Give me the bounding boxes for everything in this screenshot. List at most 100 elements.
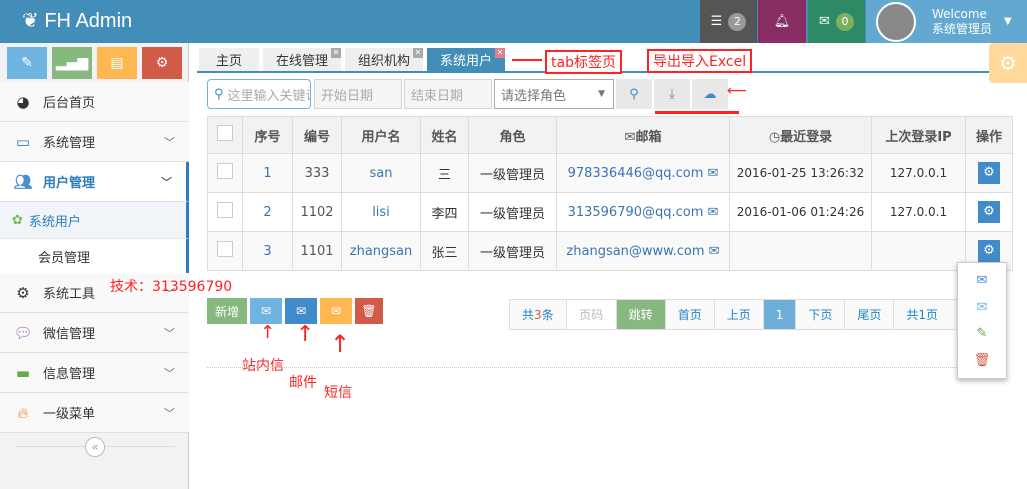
- annotation-tab: tab标签页: [545, 50, 622, 74]
- username-link[interactable]: lisi: [372, 205, 390, 220]
- email-button[interactable]: ✉: [285, 298, 317, 324]
- next-page-button[interactable]: 下页: [796, 300, 846, 329]
- export-excel-button[interactable]: ⤓: [654, 79, 690, 109]
- envelope-icon[interactable]: ✉: [703, 166, 719, 181]
- trash-icon: 🗑︎: [361, 304, 377, 318]
- role-select[interactable]: 请选择角色 ▼: [494, 79, 614, 109]
- chevron-down-icon: ﹀: [164, 135, 175, 149]
- pencil-icon: ✎: [21, 55, 33, 71]
- table-row: 3 1101 zhangsan 张三 一级管理员 zhangsan@www.com ✉ ⚙: [207, 231, 1013, 271]
- sidebar-item-info[interactable]: ▬ 信息管理 ﹀: [0, 353, 189, 393]
- gear-icon: ⚙: [999, 51, 1017, 75]
- sidebar-item-system[interactable]: ▭ 系统管理 ﹀: [0, 122, 189, 162]
- last-page-button[interactable]: 尾页: [845, 300, 895, 329]
- tasks-icon: ☰: [710, 14, 723, 29]
- edit-icon[interactable]: ✎: [977, 326, 988, 341]
- tab-home[interactable]: 主页: [199, 48, 259, 71]
- tab-system-users[interactable]: 系统用户 ✕: [427, 48, 505, 71]
- search-input[interactable]: ⚲ 这里输入关键词: [207, 79, 311, 109]
- end-date-input[interactable]: 结束日期: [404, 79, 492, 109]
- username-link[interactable]: zhangsan: [350, 244, 413, 259]
- chevron-down-icon: ﹀: [164, 406, 175, 420]
- shortcut-pencil-button[interactable]: ✎: [7, 47, 47, 79]
- envelope-icon[interactable]: ✉: [705, 244, 720, 259]
- chevron-down-icon: ﹀: [161, 175, 172, 189]
- close-icon[interactable]: ✕: [495, 48, 505, 58]
- row-settings-button[interactable]: ⚙: [978, 240, 1000, 262]
- row-checkbox[interactable]: [217, 163, 233, 179]
- username-link[interactable]: san: [370, 166, 393, 181]
- sidebar-collapse-button[interactable]: «: [85, 437, 105, 457]
- cogs-icon: ⚙: [155, 55, 169, 71]
- close-icon[interactable]: ✕: [331, 48, 341, 58]
- site-message-button[interactable]: ✉: [250, 298, 282, 324]
- row-checkbox[interactable]: [217, 202, 233, 218]
- cloud-upload-icon: ☁: [703, 86, 717, 102]
- row-settings-button[interactable]: ⚙: [978, 201, 1000, 223]
- table-row: 2 1102 lisi 李四 一级管理员 313596790@qq.com ✉ 2016-0…: [207, 192, 1013, 232]
- notifications-button[interactable]: 🔔︎: [758, 0, 806, 43]
- annotation-arrow: ↑: [296, 322, 315, 347]
- signal-icon: ▂▄▆: [55, 55, 89, 71]
- envelope-icon: ✉: [624, 129, 636, 145]
- add-button[interactable]: 新增: [207, 298, 247, 324]
- annotation-arrow: [512, 59, 542, 61]
- tab-org[interactable]: 组织机构 ✕: [345, 48, 423, 71]
- prev-page-button[interactable]: 上页: [714, 300, 764, 329]
- fire-icon: 🔥︎: [17, 403, 29, 422]
- envelope-icon: ✉: [295, 304, 307, 318]
- page-number-input[interactable]: 页码: [566, 300, 617, 329]
- close-icon[interactable]: ✕: [413, 48, 423, 58]
- user-menu[interactable]: Welcome 系统管理员 ▼: [866, 0, 1027, 43]
- import-excel-button[interactable]: ☁: [692, 79, 728, 109]
- row-checkbox[interactable]: [217, 241, 233, 257]
- annotation-arrow: ↑: [260, 322, 276, 343]
- current-page[interactable]: 1: [763, 300, 797, 329]
- search-button[interactable]: ⚲: [616, 79, 652, 109]
- sidebar-item-menu[interactable]: 🔥︎ 一级菜单 ﹀: [0, 393, 189, 433]
- tasks-button[interactable]: ☰ 2: [700, 0, 757, 43]
- bell-icon: 🔔︎: [773, 14, 791, 29]
- annotation-inner: 站内信: [242, 358, 284, 374]
- trash-icon[interactable]: 🗑︎: [974, 353, 991, 368]
- sidebar-item-wechat[interactable]: 💬︎ 微信管理 ﹀: [0, 313, 189, 353]
- envelope-icon: ✉: [819, 14, 830, 29]
- credit-card-icon: ▬: [15, 363, 31, 382]
- cog-icon: ⚙: [16, 283, 30, 302]
- brand-logo[interactable]: ❦ FH Admin: [22, 8, 132, 33]
- desktop-icon: ▭: [15, 132, 31, 151]
- clock-icon: ◷: [768, 129, 781, 145]
- shortcut-book-button[interactable]: ▤: [97, 47, 137, 79]
- users-table: 序号 编号 用户名 姓名 角色 ✉邮箱 ◷最近登录 上次登录IP 操作 1 333…: [207, 116, 1013, 271]
- first-page-button[interactable]: 首页: [665, 300, 715, 329]
- envelope-icon[interactable]: ✉: [977, 273, 988, 288]
- tab-online[interactable]: 在线管理 ✕: [263, 48, 341, 71]
- caret-down-icon: ▼: [1004, 16, 1012, 27]
- envelope-outline-icon[interactable]: ✉: [977, 300, 988, 315]
- row-settings-button[interactable]: ⚙: [978, 162, 1000, 184]
- sms-button[interactable]: ✉: [320, 298, 352, 324]
- jump-button[interactable]: 跳转: [616, 300, 666, 329]
- envelope-icon[interactable]: ✉: [703, 205, 719, 220]
- delete-button[interactable]: 🗑︎: [355, 298, 383, 324]
- start-date-input[interactable]: 开始日期: [314, 79, 402, 109]
- settings-gear-button[interactable]: ⚙: [989, 43, 1027, 83]
- avatar: [876, 1, 916, 42]
- search-icon: ⚲: [629, 86, 639, 102]
- shortcut-cogs-button[interactable]: ⚙: [142, 47, 182, 79]
- sidebar-item-members[interactable]: 会员管理: [0, 238, 189, 274]
- email-link[interactable]: zhangsan@www.com: [566, 244, 704, 259]
- select-all-checkbox[interactable]: [217, 125, 233, 141]
- messages-button[interactable]: ✉ 0: [808, 0, 865, 43]
- email-link[interactable]: 313596790@qq.com: [568, 205, 704, 220]
- annotation-arrow: ↑: [330, 330, 351, 358]
- annotation-mail: 邮件: [289, 375, 317, 391]
- shortcut-signal-button[interactable]: ▂▄▆: [52, 47, 92, 79]
- comments-icon: 💬︎: [13, 323, 33, 342]
- sidebar-item-home[interactable]: ◕ 后台首页: [0, 82, 189, 122]
- total-count: 共3条: [510, 300, 567, 329]
- sidebar-item-system-users[interactable]: ✿ 系统用户: [0, 202, 189, 238]
- envelope-icon: ✉: [330, 304, 342, 318]
- sidebar-item-users[interactable]: 👥︎ 用户管理 ﹀: [0, 162, 189, 202]
- email-link[interactable]: 978336446@qq.com: [568, 166, 704, 181]
